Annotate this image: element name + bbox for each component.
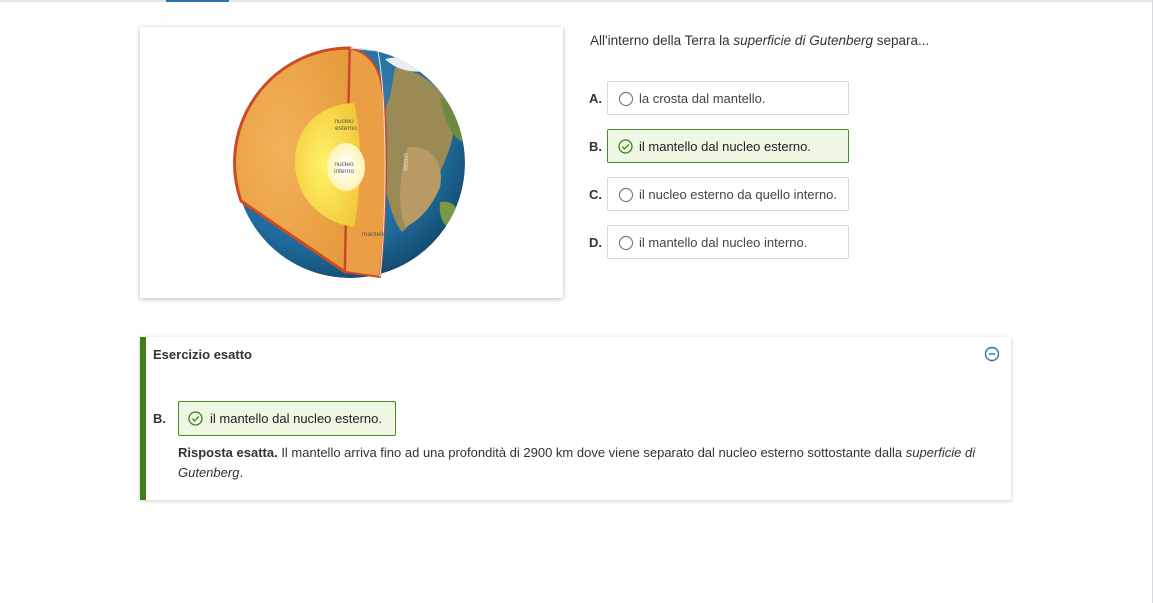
label-mantello: mantello (362, 231, 387, 238)
check-circle-icon (188, 411, 203, 426)
option-b-label: il mantello dal nucleo esterno. (639, 139, 811, 154)
feedback-answer-label: il mantello dal nucleo esterno. (210, 411, 382, 426)
option-b[interactable]: il mantello dal nucleo esterno. (607, 129, 849, 163)
label-nucleo-esterno: nucleo (334, 118, 354, 125)
feedback-explanation: Risposta esatta. Il mantello arriva fino… (178, 445, 976, 480)
option-c-letter: C. (589, 187, 602, 202)
label-crosta: crosta (402, 153, 409, 171)
radio-icon[interactable] (619, 92, 633, 106)
radio-icon[interactable] (619, 188, 633, 202)
earth-cross-section-image: nucleo esterno nucleo interno crosta man… (140, 27, 563, 298)
label-nucleo-interno: nucleo (334, 161, 354, 168)
feedback-title: Esercizio esatto (153, 347, 252, 362)
feedback-panel: Esercizio esatto B. il mantello dal nucl… (140, 337, 1011, 500)
radio-icon[interactable] (619, 236, 633, 250)
earth-diagram: nucleo esterno nucleo interno crosta man… (233, 46, 465, 279)
active-tab-indicator (166, 0, 229, 2)
option-d-label: il mantello dal nucleo interno. (639, 235, 808, 250)
label-nucleo-interno-2: interno (334, 168, 354, 175)
option-a-label: la crosta dal mantello. (639, 91, 766, 106)
option-b-letter: B. (589, 139, 602, 154)
option-d[interactable]: il mantello dal nucleo interno. (607, 225, 849, 259)
label-nucleo-esterno-2: esterno (335, 125, 357, 132)
feedback-correct-answer: il mantello dal nucleo esterno. (178, 401, 396, 436)
check-circle-icon (618, 139, 633, 154)
option-d-letter: D. (589, 235, 602, 250)
question-prompt: All'interno della Terra la superficie di… (590, 33, 930, 48)
option-a-letter: A. (589, 91, 602, 106)
option-a[interactable]: la crosta dal mantello. (607, 81, 849, 115)
option-c[interactable]: il nucleo esterno da quello interno. (607, 177, 849, 211)
feedback-answer-letter: B. (153, 411, 166, 426)
minus-circle-icon[interactable] (984, 346, 1000, 362)
option-c-label: il nucleo esterno da quello interno. (639, 187, 838, 202)
